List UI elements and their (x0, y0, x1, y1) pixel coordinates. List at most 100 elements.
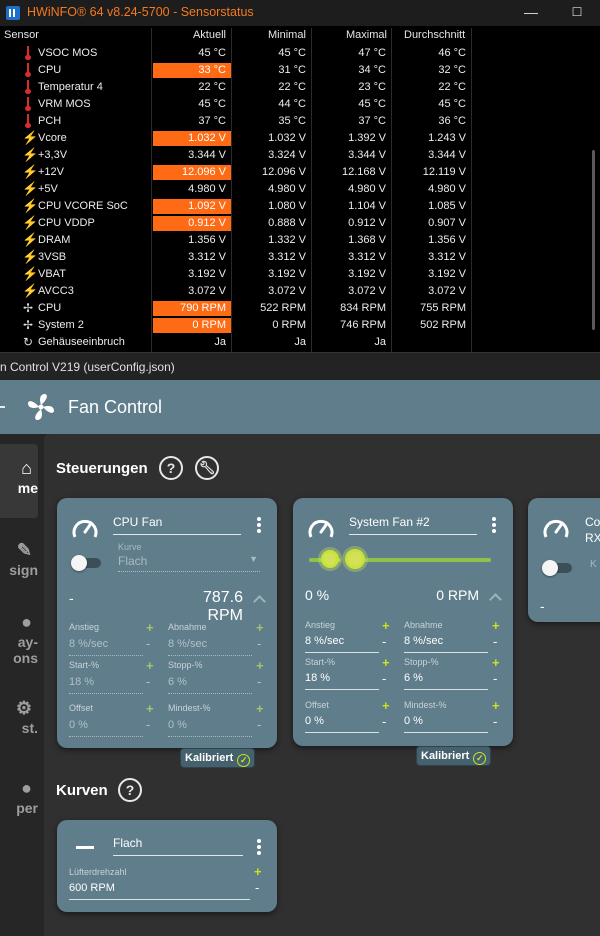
stop-field[interactable]: 6 % (168, 676, 252, 694)
step-up-field[interactable]: 8 %/sec (305, 635, 379, 653)
step-down-minus[interactable]: - (257, 636, 261, 651)
sidebar: ⌂ me ✎ sign ● ay- ons ⚙ st. ● per (0, 444, 38, 936)
sensor-row[interactable]: ⚡ Vcore 1.032 V 1.032 V 1.392 V 1.243 V (0, 130, 600, 147)
speed-field[interactable]: 600 RPM (69, 882, 250, 900)
sensor-value-cur: 0.912 V (153, 216, 231, 231)
sensor-value-cur: 22 °C (198, 81, 226, 93)
start-minus[interactable]: - (382, 671, 386, 686)
step-up-field[interactable]: 8 %/sec (69, 638, 143, 656)
col-min[interactable]: Minimal (268, 29, 306, 41)
offset-minus[interactable]: - (382, 714, 386, 729)
help-icon[interactable]: ? (159, 456, 183, 480)
fan-name-cpu[interactable]: CPU Fan (113, 513, 241, 535)
step-down-minus[interactable]: - (493, 634, 497, 649)
stop-plus[interactable]: + (256, 658, 264, 673)
min-field[interactable]: 0 % (168, 719, 252, 737)
offset-plus[interactable]: + (382, 698, 390, 713)
fan-toggle-third[interactable] (542, 560, 574, 576)
help-icon[interactable]: ? (118, 778, 142, 802)
start-plus[interactable]: + (382, 655, 390, 670)
sensor-row[interactable]: ↻ Gehäuseeinbruch Ja Ja Ja (0, 334, 600, 351)
sidebar-item-info[interactable]: ● per (0, 778, 38, 824)
sensor-row[interactable]: ⚡ 3VSB 3.312 V 3.312 V 3.312 V 3.312 V (0, 249, 600, 266)
stop-field[interactable]: 6 % (404, 672, 488, 690)
fan-toggle-cpu[interactable] (71, 555, 103, 571)
start-minus[interactable]: - (146, 674, 150, 689)
sensor-row[interactable]: ✢ System 2 0 RPM 0 RPM 746 RPM 502 RPM (0, 317, 600, 334)
step-up-plus[interactable]: + (382, 618, 390, 633)
chevron-up-icon[interactable] (253, 595, 266, 608)
sidebar-item-settings[interactable]: ⚙ st. (0, 698, 38, 744)
hwinfo-window: HWiNFO® 64 v8.24-5700 - Sensorstatus — ☐… (0, 0, 600, 352)
min-field[interactable]: 0 % (404, 715, 488, 733)
speed-plus[interactable]: + (254, 864, 262, 879)
sensor-value-cur: 45 °C (198, 47, 226, 59)
step-down-plus[interactable]: + (256, 620, 264, 635)
speed-slider-knob[interactable] (345, 549, 365, 569)
sensor-row[interactable]: VSOC MOS 45 °C 45 °C 47 °C 46 °C (0, 45, 600, 62)
start-plus[interactable]: + (146, 658, 154, 673)
start-field[interactable]: 18 % (69, 676, 143, 694)
step-down-field[interactable]: 8 %/sec (404, 635, 488, 653)
menu-icon[interactable] (0, 406, 5, 408)
start-field[interactable]: 18 % (305, 672, 379, 690)
col-sensor[interactable]: Sensor (4, 29, 39, 41)
fan-name-third[interactable]: Co RX (585, 514, 600, 546)
maximize-icon[interactable]: ☐ (554, 0, 600, 26)
sidebar-item-design[interactable]: ✎ sign (0, 540, 38, 590)
more-icon[interactable] (492, 517, 496, 533)
col-current[interactable]: Aktuell (190, 29, 226, 41)
stop-minus[interactable]: - (257, 674, 261, 689)
sensor-row[interactable]: ⚡ +3,3V 3.344 V 3.324 V 3.344 V 3.344 V (0, 147, 600, 164)
sensor-value-min: 1.080 V (268, 200, 306, 212)
step-down-field[interactable]: 8 %/sec (168, 638, 252, 656)
min-plus[interactable]: + (492, 698, 500, 713)
fancontrol-titlebar[interactable]: n Control V219 (userConfig.json) (0, 352, 600, 380)
hwinfo-titlebar[interactable]: HWiNFO® 64 v8.24-5700 - Sensorstatus — ☐… (0, 0, 600, 26)
step-up-minus[interactable]: - (382, 634, 386, 649)
stop-plus[interactable]: + (492, 655, 500, 670)
speed-minus[interactable]: - (255, 880, 259, 895)
sensor-row[interactable]: ⚡ DRAM 1.356 V 1.332 V 1.368 V 1.356 V (0, 232, 600, 249)
offset-field[interactable]: 0 % (305, 715, 379, 733)
sensor-row[interactable]: CPU 33 °C 31 °C 34 °C 32 °C (0, 62, 600, 79)
sidebar-item-display[interactable]: ● ay- ons (0, 612, 38, 672)
col-avg[interactable]: Durchschnitt (404, 29, 465, 41)
curve-select-cpu[interactable]: Flach ▼ (118, 554, 260, 572)
step-up-plus[interactable]: + (146, 620, 154, 635)
col-max[interactable]: Maximal (346, 29, 387, 41)
min-minus[interactable]: - (257, 717, 261, 732)
sensor-row[interactable]: ⚡ +5V 4.980 V 4.980 V 4.980 V 4.980 V (0, 181, 600, 198)
minimize-icon[interactable]: — (508, 0, 554, 26)
stop-minus[interactable]: - (493, 671, 497, 686)
sensor-row[interactable]: Temperatur 4 22 °C 22 °C 23 °C 22 °C (0, 79, 600, 96)
sensor-row[interactable]: ⚡ CPU VDDP 0.912 V 0.888 V 0.912 V 0.907 V (0, 215, 600, 232)
wrench-icon[interactable]: 🔧︎ (195, 456, 219, 480)
chevron-up-icon[interactable] (489, 593, 502, 606)
sensor-row[interactable]: VRM MOS 45 °C 44 °C 45 °C 45 °C (0, 96, 600, 113)
step-down-plus[interactable]: + (492, 618, 500, 633)
sensor-row[interactable]: ✢ CPU 790 RPM 522 RPM 834 RPM 755 RPM (0, 300, 600, 317)
sidebar-item-home[interactable]: ⌂ me (0, 444, 38, 518)
curve-name[interactable]: Flach (113, 834, 243, 856)
min-minus[interactable]: - (493, 714, 497, 729)
hwinfo-scrollbar[interactable] (592, 150, 595, 330)
offset-field[interactable]: 0 % (69, 719, 143, 737)
sensor-row[interactable]: ⚡ AVCC3 3.072 V 3.072 V 3.072 V 3.072 V (0, 283, 600, 300)
step-up-minus[interactable]: - (146, 636, 150, 651)
sensor-value-max: 3.192 V (348, 268, 386, 280)
sensor-row[interactable]: ⚡ CPU VCORE SoC 1.092 V 1.080 V 1.104 V 1.085… (0, 198, 600, 215)
offset-minus[interactable]: - (146, 717, 150, 732)
fan-name-system2[interactable]: System Fan #2 (349, 513, 477, 535)
sensor-row[interactable]: PCH 37 °C 35 °C 37 °C 36 °C (0, 113, 600, 130)
fan-toggle-system2[interactable] (321, 550, 339, 568)
min-plus[interactable]: + (256, 701, 264, 716)
more-icon[interactable] (257, 839, 261, 855)
speed-slider-track[interactable] (355, 558, 491, 562)
sensor-name: System 2 (38, 319, 84, 331)
curve-label: K (590, 559, 597, 570)
sensor-row[interactable]: ⚡ +12V 12.096 V 12.096 V 12.168 V 12.119 V (0, 164, 600, 181)
sensor-row[interactable]: ⚡ VBAT 3.192 V 3.192 V 3.192 V 3.192 V (0, 266, 600, 283)
offset-plus[interactable]: + (146, 701, 154, 716)
more-icon[interactable] (257, 517, 261, 533)
